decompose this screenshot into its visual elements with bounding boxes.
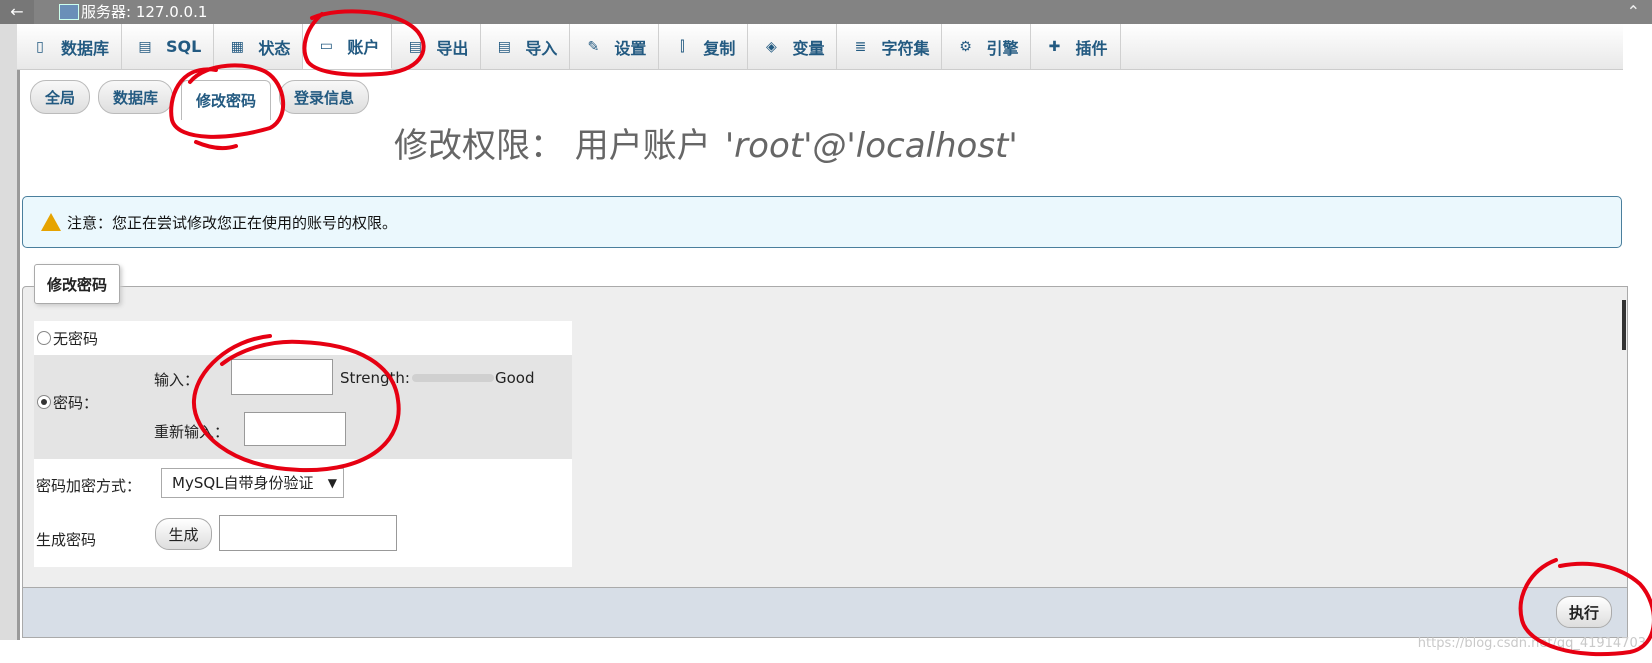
- annotation-tail-change-password: [194, 140, 238, 151]
- replication-icon: ⫿: [680, 38, 685, 55]
- generated-password-input[interactable]: [219, 515, 397, 551]
- reenter-label: 重新输入：: [154, 423, 230, 441]
- tab-sql[interactable]: ▤ SQL: [122, 24, 215, 69]
- enter-label: 输入：: [154, 371, 200, 389]
- password-label[interactable]: 密码：: [53, 394, 98, 412]
- tab-variables[interactable]: ◈ 变量: [748, 24, 838, 69]
- tab-database[interactable]: ▯ 数据库: [17, 24, 123, 69]
- dropdown-arrow-icon: ▼: [327, 476, 337, 490]
- tab-label: 导出: [436, 38, 469, 58]
- no-password-radio[interactable]: [37, 331, 51, 345]
- hashing-select[interactable]: MySQL自带身份验证 ▼: [161, 468, 344, 498]
- tab-label: 设置: [614, 38, 647, 58]
- left-gutter: [0, 0, 20, 640]
- tab-status[interactable]: ▦ 状态: [214, 24, 304, 69]
- fieldset-legend: 修改密码: [34, 264, 121, 304]
- plugin-icon: ✚: [1048, 38, 1061, 55]
- database-icon: ▯: [36, 38, 44, 55]
- subtab-database[interactable]: 数据库: [98, 80, 174, 114]
- tab-label: 复制: [703, 38, 736, 58]
- hashing-selected-value: MySQL自带身份验证: [172, 474, 314, 492]
- password-form: 无密码 密码： 输入： Strength: Good 重新输入： 密码加密方式：…: [34, 321, 572, 567]
- no-password-label[interactable]: 无密码: [53, 328, 98, 349]
- password-radio[interactable]: [37, 395, 51, 409]
- password-input[interactable]: [231, 359, 333, 395]
- reenter-password-input[interactable]: [244, 412, 346, 446]
- watermark: https://blog.csdn.net/qq_41914703: [1417, 636, 1646, 651]
- generate-button[interactable]: 生成: [155, 518, 212, 550]
- tab-label: 字符集: [881, 38, 930, 58]
- hashing-label: 密码加密方式：: [36, 477, 142, 495]
- sub-navigation: 全局 数据库 修改密码 登录信息: [30, 80, 370, 120]
- subtab-login-info[interactable]: 登录信息: [279, 80, 370, 114]
- tab-plugin[interactable]: ✚ 插件: [1031, 24, 1121, 69]
- back-arrow-icon[interactable]: ←: [0, 0, 34, 24]
- generate-row: 生成密码 生成: [34, 509, 572, 567]
- strength-value: Good: [495, 369, 535, 387]
- execute-button[interactable]: 执行: [1556, 596, 1612, 628]
- tab-import[interactable]: ▤ 导入: [481, 24, 571, 69]
- password-row: 密码： 输入： Strength: Good 重新输入：: [34, 355, 572, 459]
- strength-meter: [412, 374, 494, 382]
- charset-icon: ≣: [854, 38, 867, 55]
- tab-label: 状态: [258, 38, 291, 58]
- tab-replication[interactable]: ⫿ 复制: [659, 24, 749, 69]
- page-title: 修改权限： 用户账户 'root'@'localhost': [394, 118, 1018, 167]
- notice-box: 注意：您正在尝试修改您正在使用的账号的权限。: [22, 196, 1622, 248]
- export-icon: ▤: [408, 38, 422, 55]
- tab-label: 插件: [1075, 38, 1108, 58]
- page-title-account: 'root'@'localhost': [724, 126, 1018, 166]
- import-icon: ▤: [497, 38, 511, 55]
- tab-label: 数据库: [61, 38, 110, 58]
- tab-label: 导入: [525, 38, 558, 58]
- password-radio-group[interactable]: 密码：: [37, 392, 98, 413]
- server-icon: [59, 4, 79, 20]
- strength-label: Strength:: [340, 369, 410, 387]
- server-title: 服务器: 127.0.0.1: [81, 3, 208, 21]
- variables-icon: ◈: [766, 38, 777, 55]
- tab-engine[interactable]: ⚙ 引擎: [942, 24, 1032, 69]
- tab-export[interactable]: ▤ 导出: [392, 24, 482, 69]
- scrollbar-thumb[interactable]: [1622, 300, 1626, 350]
- engine-icon: ⚙: [959, 38, 972, 55]
- hashing-row: 密码加密方式： MySQL自带身份验证 ▼: [34, 459, 572, 509]
- no-password-row: 无密码: [34, 321, 572, 355]
- sql-icon: ▤: [138, 38, 152, 55]
- top-navigation: ▯ 数据库 ▤ SQL ▦ 状态 ▭ 账户 ▤ 导出 ▤ 导入 ✎ 设置 ⫿ 复制 ◈ 变量 ≣ 字符集 ⚙ 引擎 ✚ 插件: [17, 24, 1623, 70]
- form-footer: [22, 588, 1628, 638]
- tab-charset[interactable]: ≣ 字符集: [837, 24, 943, 69]
- status-icon: ▦: [230, 38, 244, 55]
- tab-wrench[interactable]: ✎ 设置: [570, 24, 660, 69]
- tab-accounts[interactable]: ▭ 账户: [303, 24, 393, 69]
- tab-label: SQL: [166, 37, 202, 56]
- wrench-icon: ✎: [587, 38, 600, 55]
- warning-icon: [41, 213, 61, 231]
- tab-label: 引擎: [986, 38, 1019, 58]
- collapse-icon[interactable]: ⌃: [1627, 0, 1640, 24]
- tab-label: 变量: [792, 38, 825, 58]
- subtab-change-password[interactable]: 修改密码: [181, 80, 272, 120]
- notice-text: 注意：您正在尝试修改您正在使用的账号的权限。: [67, 213, 398, 232]
- subtab-global[interactable]: 全局: [30, 80, 91, 114]
- tab-label: 账户: [347, 38, 380, 57]
- accounts-icon: ▭: [319, 38, 333, 54]
- title-bar: ← 服务器: 127.0.0.1 ⌃: [0, 0, 1652, 24]
- generate-label: 生成密码: [36, 531, 97, 549]
- page-title-text: 修改权限： 用户账户: [394, 126, 711, 166]
